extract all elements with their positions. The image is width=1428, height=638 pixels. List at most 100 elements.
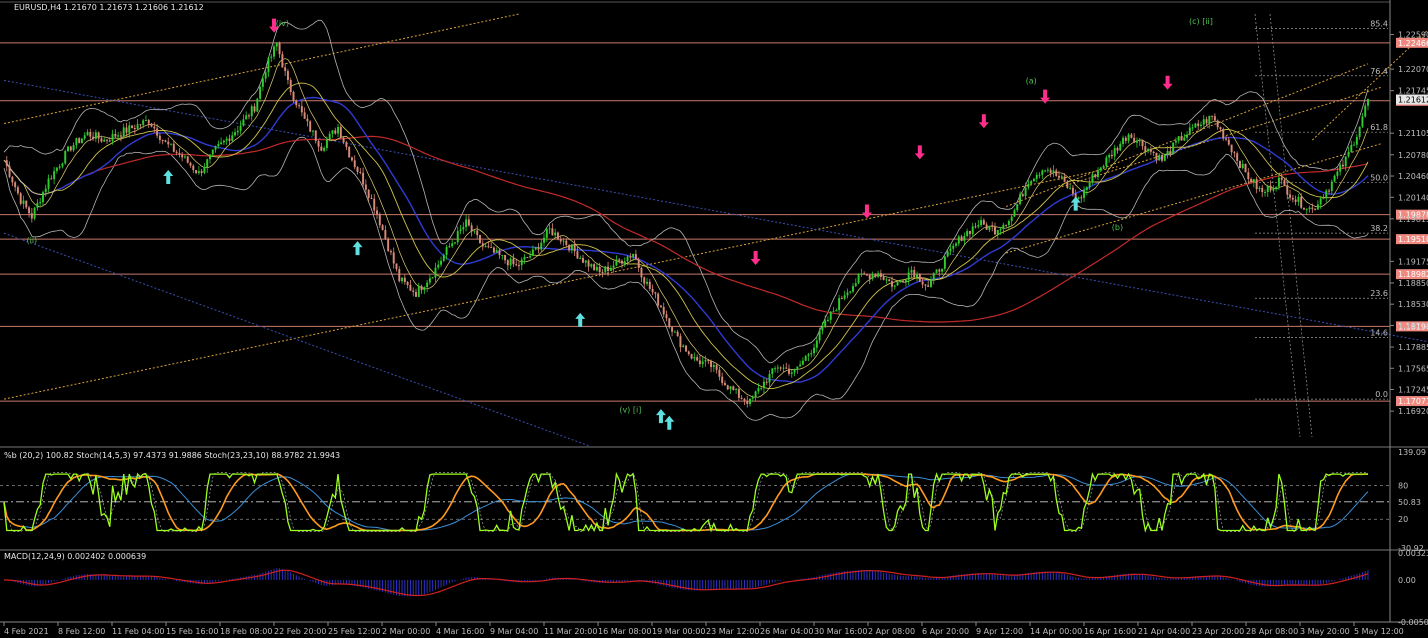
- fib-level-label: 85.4: [1370, 20, 1388, 29]
- time-tick-label: 23 Mar 12:00: [706, 627, 759, 636]
- candle-body: [932, 273, 935, 281]
- candle-body: [999, 228, 1002, 230]
- candle-body: [946, 251, 949, 257]
- candle-body: [1341, 164, 1344, 167]
- candle-body: [877, 273, 880, 277]
- candle-body: [885, 279, 888, 281]
- candle-body: [704, 360, 707, 362]
- candle-body: [1230, 144, 1233, 153]
- candle-body: [94, 132, 97, 139]
- candle-body: [342, 137, 345, 143]
- price-tick-label: 1.19815: [1398, 215, 1428, 224]
- candle-body: [504, 254, 507, 261]
- candle-body: [1339, 164, 1342, 172]
- candle-body: [8, 166, 11, 177]
- candle-body: [350, 157, 353, 161]
- candle-body: [1091, 174, 1094, 183]
- candle-body: [1138, 140, 1141, 142]
- candle-body: [860, 273, 863, 275]
- candle-body: [582, 257, 584, 263]
- candle-body: [1252, 179, 1255, 183]
- candle-body: [743, 398, 746, 401]
- candle-body: [1077, 197, 1080, 199]
- candle-body: [484, 246, 487, 248]
- candle-body: [737, 389, 740, 398]
- candle-body: [938, 269, 941, 272]
- candle-body: [415, 291, 417, 297]
- candle-body: [398, 269, 401, 282]
- candle-body: [523, 257, 526, 260]
- time-tick-label: 28 Apr 08:00: [1246, 627, 1298, 636]
- candle-body: [865, 274, 868, 276]
- candle-body: [785, 367, 788, 369]
- candle-body: [1314, 208, 1317, 210]
- candle-body: [47, 178, 50, 189]
- candle-body: [1289, 194, 1292, 198]
- candle-body: [61, 163, 64, 167]
- candle-body: [718, 369, 721, 377]
- candle-body: [1183, 137, 1186, 141]
- candle-body: [30, 213, 33, 219]
- time-tick-label: 18 Feb 08:00: [220, 627, 272, 636]
- candle-body: [679, 336, 682, 348]
- candle-body: [815, 340, 818, 348]
- candle-body: [25, 200, 28, 208]
- price-tick-label: 1.21105: [1398, 129, 1428, 138]
- candle-body: [1194, 123, 1197, 128]
- candle-body: [92, 136, 95, 139]
- fib-level-label: 50.0: [1370, 174, 1388, 183]
- candle-body: [918, 274, 921, 282]
- candle-body: [136, 124, 139, 129]
- candle-body: [67, 146, 69, 152]
- candle-body: [183, 156, 186, 158]
- candle-body: [58, 166, 61, 168]
- time-tick-label: 11 Feb 04:00: [112, 627, 164, 636]
- candle-body: [751, 397, 754, 399]
- time-tick-label: 14 Apr 00:00: [1030, 627, 1082, 636]
- candle-body: [203, 167, 206, 173]
- candle-body: [481, 243, 484, 247]
- candle-body: [1269, 185, 1272, 191]
- candle-body: [980, 220, 983, 226]
- candle-body: [267, 57, 270, 73]
- candle-body: [501, 254, 504, 256]
- candle-body: [807, 354, 810, 357]
- candle-body: [490, 247, 493, 249]
- candle-body: [648, 281, 651, 289]
- candle-body: [1330, 181, 1333, 192]
- candle-body: [854, 283, 857, 286]
- candle-body: [459, 229, 462, 232]
- fib-level-label: 61.8: [1370, 123, 1388, 132]
- candle-body: [1227, 139, 1230, 145]
- candle-body: [576, 251, 579, 259]
- time-tick-label: 16 Apr 16:00: [1084, 627, 1136, 636]
- candle-body: [671, 327, 674, 332]
- candle-body: [78, 138, 81, 144]
- candle-body: [117, 135, 120, 137]
- candle-body: [1272, 187, 1275, 191]
- candle-body: [1367, 98, 1369, 106]
- candle-body: [1283, 179, 1286, 186]
- candle-body: [568, 244, 571, 251]
- candle-body: [634, 253, 637, 260]
- candle-body: [723, 383, 726, 386]
- time-tick-label: 26 Mar 04:00: [760, 627, 813, 636]
- candle-body: [273, 46, 275, 57]
- candle-body: [220, 142, 223, 145]
- candle-body: [437, 264, 440, 268]
- macd-axis-label: 0.003235: [1398, 549, 1428, 558]
- candle-body: [225, 138, 228, 141]
- candle-body: [790, 372, 793, 374]
- candle-body: [531, 249, 534, 256]
- candle-body: [86, 131, 89, 136]
- candle-body: [1005, 224, 1008, 226]
- time-tick-label: 5 May 12:00: [1354, 627, 1404, 636]
- candle-body: [470, 225, 473, 232]
- candle-body: [1266, 185, 1269, 193]
- candle-body: [657, 293, 660, 306]
- wave-label: (c) [ii]: [1189, 17, 1213, 26]
- candle-body: [1032, 178, 1035, 182]
- candle-body: [28, 207, 31, 214]
- candle-body: [156, 128, 159, 136]
- candle-body: [623, 261, 626, 264]
